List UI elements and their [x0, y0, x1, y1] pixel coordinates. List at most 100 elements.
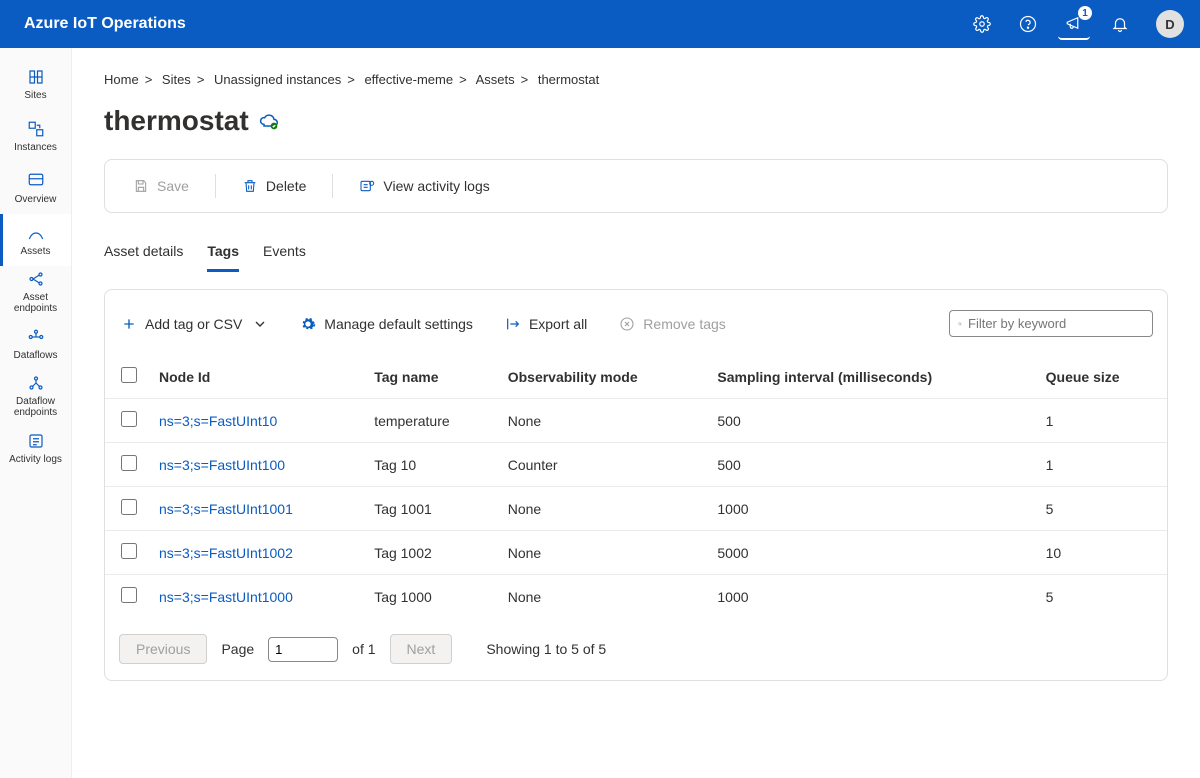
tag-name-cell: Tag 1001 — [364, 487, 498, 531]
search-icon — [958, 317, 962, 331]
col-sampling[interactable]: Sampling interval (milliseconds) — [707, 355, 1035, 399]
breadcrumb-link[interactable]: Sites — [162, 72, 191, 87]
row-checkbox[interactable] — [121, 455, 137, 471]
row-checkbox[interactable] — [121, 543, 137, 559]
breadcrumb-current: thermostat — [538, 72, 599, 87]
page-input[interactable] — [268, 637, 338, 662]
pager-summary: Showing 1 to 5 of 5 — [486, 641, 606, 657]
breadcrumb-link[interactable]: effective-meme — [364, 72, 453, 87]
dataflows-icon — [27, 328, 45, 346]
col-node-id[interactable]: Node Id — [149, 355, 364, 399]
main-content: Home> Sites> Unassigned instances> effec… — [72, 48, 1200, 778]
node-id-link[interactable]: ns=3;s=FastUInt1002 — [149, 531, 364, 575]
sidebar-item-activity-logs[interactable]: Activity logs — [0, 422, 71, 474]
top-bar: Azure IoT Operations 1 D — [0, 0, 1200, 48]
notifications-button[interactable] — [1104, 8, 1136, 40]
tags-card: Add tag or CSV Manage default settings E… — [104, 289, 1168, 681]
row-checkbox[interactable] — [121, 587, 137, 603]
assets-icon — [27, 224, 45, 242]
help-icon — [1019, 15, 1037, 33]
sidebar: Sites Instances Overview Assets Asset en… — [0, 48, 72, 778]
save-icon — [133, 178, 149, 194]
next-button: Next — [390, 634, 453, 664]
observability-cell: None — [498, 487, 708, 531]
col-queue[interactable]: Queue size — [1036, 355, 1167, 399]
tags-table: Node Id Tag name Observability mode Samp… — [105, 355, 1167, 618]
sites-icon — [27, 68, 45, 86]
breadcrumb-link[interactable]: Home — [104, 72, 139, 87]
sidebar-item-assets[interactable]: Assets — [0, 214, 71, 266]
col-observability[interactable]: Observability mode — [498, 355, 708, 399]
activity-icon — [359, 178, 375, 194]
sidebar-item-overview[interactable]: Overview — [0, 162, 71, 214]
sidebar-item-instances[interactable]: Instances — [0, 110, 71, 162]
delete-button[interactable]: Delete — [232, 172, 316, 200]
table-row: ns=3;s=FastUInt1001Tag 1001None10005 — [105, 487, 1167, 531]
select-all-checkbox[interactable] — [121, 367, 137, 383]
node-id-link[interactable]: ns=3;s=FastUInt10 — [149, 399, 364, 443]
cloud-check-icon — [259, 111, 279, 131]
col-tag-name[interactable]: Tag name — [364, 355, 498, 399]
trash-icon — [242, 178, 258, 194]
tabs: Asset details Tags Events — [104, 237, 1168, 273]
node-id-link[interactable]: ns=3;s=FastUInt1001 — [149, 487, 364, 531]
observability-cell: Counter — [498, 443, 708, 487]
plus-icon — [121, 316, 137, 332]
asset-endpoints-icon — [27, 270, 45, 288]
tab-tags[interactable]: Tags — [207, 237, 239, 272]
filter-input[interactable] — [968, 316, 1144, 331]
filter-field[interactable] — [949, 310, 1153, 337]
sampling-cell: 1000 — [707, 487, 1035, 531]
row-checkbox[interactable] — [121, 411, 137, 427]
save-button: Save — [123, 172, 199, 200]
row-checkbox[interactable] — [121, 499, 137, 515]
header-actions: 1 D — [966, 8, 1184, 40]
sampling-cell: 500 — [707, 443, 1035, 487]
separator — [332, 174, 333, 198]
sidebar-item-dataflows[interactable]: Dataflows — [0, 318, 71, 370]
bell-icon — [1111, 15, 1129, 33]
pager: Previous Page of 1 Next Showing 1 to 5 o… — [105, 618, 1167, 664]
table-row: ns=3;s=FastUInt1000Tag 1000None10005 — [105, 575, 1167, 619]
export-all-button[interactable]: Export all — [503, 312, 589, 336]
gear-icon — [973, 15, 991, 33]
avatar[interactable]: D — [1156, 10, 1184, 38]
alerts-button[interactable]: 1 — [1058, 8, 1090, 40]
sidebar-item-sites[interactable]: Sites — [0, 58, 71, 110]
overview-icon — [27, 172, 45, 190]
breadcrumb-link[interactable]: Assets — [476, 72, 515, 87]
node-id-link[interactable]: ns=3;s=FastUInt100 — [149, 443, 364, 487]
view-activity-logs-button[interactable]: View activity logs — [349, 172, 499, 200]
activity-logs-icon — [27, 432, 45, 450]
tag-name-cell: Tag 1002 — [364, 531, 498, 575]
queue-cell: 5 — [1036, 575, 1167, 619]
remove-tags-button: Remove tags — [617, 312, 727, 336]
gear-icon — [300, 316, 316, 332]
sampling-cell: 1000 — [707, 575, 1035, 619]
dataflow-endpoints-icon — [27, 374, 45, 392]
breadcrumb: Home> Sites> Unassigned instances> effec… — [104, 72, 1168, 87]
queue-cell: 1 — [1036, 399, 1167, 443]
queue-cell: 1 — [1036, 443, 1167, 487]
previous-button: Previous — [119, 634, 207, 664]
add-tag-button[interactable]: Add tag or CSV — [119, 312, 270, 336]
observability-cell: None — [498, 399, 708, 443]
export-icon — [505, 316, 521, 332]
observability-cell: None — [498, 575, 708, 619]
observability-cell: None — [498, 531, 708, 575]
settings-button[interactable] — [966, 8, 998, 40]
manage-defaults-button[interactable]: Manage default settings — [298, 312, 475, 336]
sidebar-item-asset-endpoints[interactable]: Asset endpoints — [0, 266, 71, 318]
tab-asset-details[interactable]: Asset details — [104, 237, 183, 272]
alert-badge: 1 — [1078, 6, 1092, 20]
table-actions: Add tag or CSV Manage default settings E… — [105, 304, 1167, 355]
tag-name-cell: temperature — [364, 399, 498, 443]
node-id-link[interactable]: ns=3;s=FastUInt1000 — [149, 575, 364, 619]
breadcrumb-link[interactable]: Unassigned instances — [214, 72, 341, 87]
instances-icon — [27, 120, 45, 138]
sidebar-item-dataflow-endpoints[interactable]: Dataflow endpoints — [0, 370, 71, 422]
chevron-down-icon — [252, 316, 268, 332]
tab-events[interactable]: Events — [263, 237, 306, 272]
page-title: thermostat — [104, 105, 249, 137]
help-button[interactable] — [1012, 8, 1044, 40]
